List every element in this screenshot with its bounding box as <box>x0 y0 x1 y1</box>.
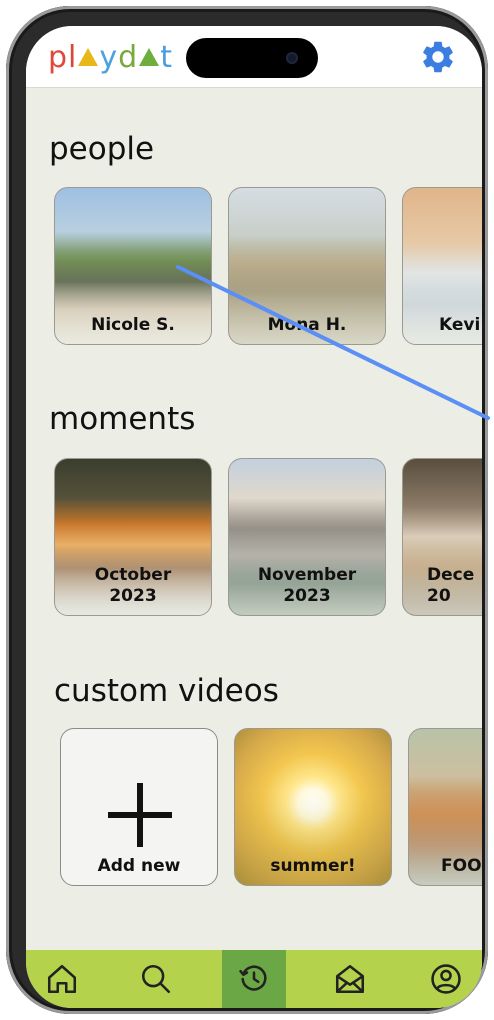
nav-history[interactable] <box>222 950 286 1008</box>
custom-videos-row[interactable]: Add new summer! FOO <box>26 728 482 888</box>
logo-letter-d: d <box>118 40 139 75</box>
person-card-label: Nicole S. <box>91 315 175 335</box>
nav-profile[interactable] <box>414 950 478 1008</box>
section-title-moments: moments <box>49 401 196 437</box>
section-title-people: people <box>49 131 155 167</box>
logo-letter-l: l <box>68 40 78 75</box>
logo-letter-t: t <box>160 40 173 75</box>
front-camera <box>286 52 298 64</box>
search-icon <box>141 964 171 994</box>
profile-icon <box>431 964 461 994</box>
people-row[interactable]: Nicole S. Mona H. Kevi <box>26 187 482 347</box>
person-card-label: Kevi <box>439 315 481 335</box>
app-logo: pl yd t <box>48 40 173 76</box>
add-new-label: Add new <box>97 856 181 876</box>
moment-card-label: Dece 20 <box>427 565 475 606</box>
logo-letter-p: p <box>48 40 69 75</box>
video-card-food[interactable]: FOO <box>408 728 482 886</box>
nav-search[interactable] <box>124 950 188 1008</box>
section-title-custom-videos: custom videos <box>54 673 279 709</box>
person-card-nicole[interactable]: Nicole S. <box>54 187 212 345</box>
inbox-icon <box>335 964 365 994</box>
bottom-nav <box>26 950 482 1008</box>
nav-inbox[interactable] <box>318 950 382 1008</box>
dynamic-island <box>186 38 318 78</box>
phone-frame: pl yd t people Nicole S. Mona H. Kevi mo… <box>6 6 488 1014</box>
moment-card-label: November 2023 <box>257 565 357 606</box>
moment-card-october-2023[interactable]: October 2023 <box>54 458 212 616</box>
logo-triangle-yellow-icon <box>78 48 99 66</box>
add-new-video-button[interactable]: Add new <box>60 728 218 886</box>
logo-triangle-green-icon <box>139 48 160 66</box>
app-screen: pl yd t people Nicole S. Mona H. Kevi mo… <box>26 26 482 1008</box>
person-card-mona[interactable]: Mona H. <box>228 187 386 345</box>
app-header: pl yd t <box>26 26 482 88</box>
video-card-summer[interactable]: summer! <box>234 728 392 886</box>
moment-card-november-2023[interactable]: November 2023 <box>228 458 386 616</box>
moment-card-label: October 2023 <box>94 565 172 606</box>
nav-home[interactable] <box>30 950 94 1008</box>
history-icon <box>239 965 267 991</box>
moments-row[interactable]: October 2023 November 2023 Dece 20 <box>26 458 482 618</box>
home-icon <box>47 964 77 994</box>
logo-letter-y: y <box>99 40 119 75</box>
video-card-label: FOO <box>441 856 482 876</box>
person-card-kevin[interactable]: Kevi <box>402 187 482 345</box>
person-card-label: Mona H. <box>267 315 347 335</box>
moment-card-december[interactable]: Dece 20 <box>402 458 482 616</box>
gear-icon <box>423 41 453 73</box>
settings-button[interactable] <box>419 38 457 76</box>
video-card-label: summer! <box>270 856 356 876</box>
